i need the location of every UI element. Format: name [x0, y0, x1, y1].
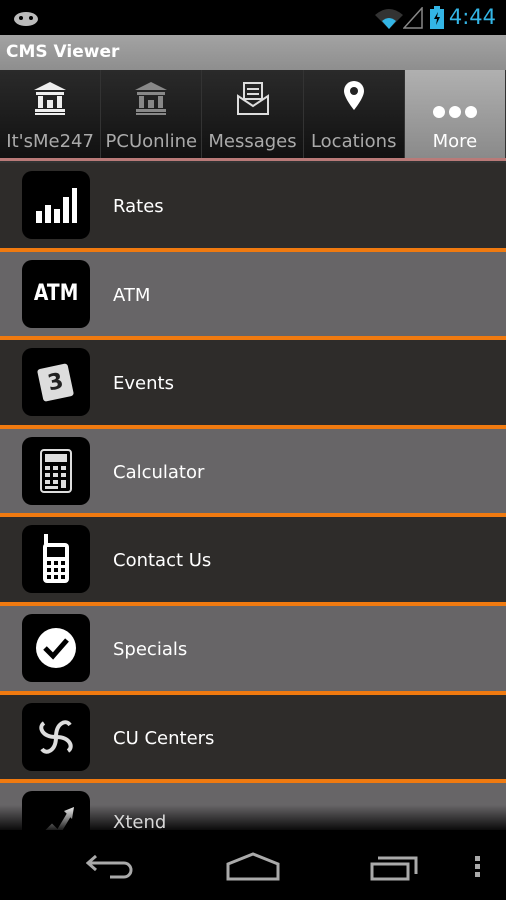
calendar-icon-text: 3: [37, 362, 75, 402]
map-pin-icon: [343, 81, 364, 110]
bar-chart-icon: [22, 171, 90, 239]
envelope-icon: [236, 82, 269, 115]
navigation-bar: [0, 830, 506, 900]
phone-icon: [22, 525, 90, 594]
recent-apps-icon[interactable]: [370, 852, 420, 882]
menu-list: Rates ATM ATM 3 Events Calculator Contac…: [0, 163, 506, 872]
list-item-calculator[interactable]: Calculator: [0, 428, 506, 518]
tab-label: Messages: [208, 131, 297, 152]
calculator-icon: [22, 436, 90, 505]
app-title: CMS Viewer: [6, 42, 120, 62]
tab-bar: It'sMe247 PCUonline Messages Locations M…: [0, 70, 506, 158]
tab-pcuonline[interactable]: PCUonline: [101, 70, 203, 158]
bank-icon: [34, 82, 67, 115]
tab-label: It'sMe247: [6, 131, 94, 152]
tab-messages[interactable]: Messages: [202, 70, 304, 158]
android-icon: [14, 12, 38, 26]
home-icon[interactable]: [226, 852, 280, 882]
list-item-specials[interactable]: Specials: [0, 605, 506, 695]
item-label: Contact Us: [113, 550, 212, 572]
item-label: Xtend: [113, 812, 167, 834]
tab-locations[interactable]: Locations: [303, 70, 405, 158]
list-item-atm[interactable]: ATM ATM: [0, 251, 506, 341]
tab-label: More: [432, 131, 478, 152]
list-item-events[interactable]: 3 Events: [0, 340, 506, 429]
back-icon[interactable]: [86, 852, 138, 882]
item-label: ATM: [113, 284, 151, 306]
status-bar: 4:44: [0, 0, 506, 35]
item-label: CU Centers: [113, 727, 215, 749]
checkmark-icon: [22, 613, 90, 682]
bank-icon: [135, 82, 168, 115]
atm-icon-text: ATM: [33, 281, 79, 307]
overflow-menu-icon[interactable]: [474, 856, 482, 880]
tab-more[interactable]: More: [404, 70, 506, 158]
tab-label: Locations: [310, 131, 397, 152]
scroll-fade: [0, 805, 506, 833]
item-label: Specials: [113, 638, 188, 660]
list-item-cu-centers[interactable]: CU Centers: [0, 694, 506, 784]
calendar-icon: 3: [22, 348, 90, 417]
swirl-icon: [22, 702, 90, 771]
wifi-icon: [375, 9, 403, 29]
tab-label: PCUonline: [105, 131, 198, 152]
signal-icon: [403, 7, 423, 29]
tab-itsme247[interactable]: It'sMe247: [0, 70, 102, 158]
item-label: Rates: [113, 196, 164, 217]
item-label: Calculator: [113, 461, 205, 483]
list-item-contact-us[interactable]: Contact Us: [0, 517, 506, 606]
list-item-rates[interactable]: Rates: [0, 163, 506, 252]
app-title-bar: CMS Viewer: [0, 35, 506, 70]
battery-charging-icon: [430, 6, 444, 29]
clock: 4:44: [448, 5, 496, 29]
item-label: Events: [113, 373, 174, 395]
atm-icon: ATM: [22, 259, 90, 328]
